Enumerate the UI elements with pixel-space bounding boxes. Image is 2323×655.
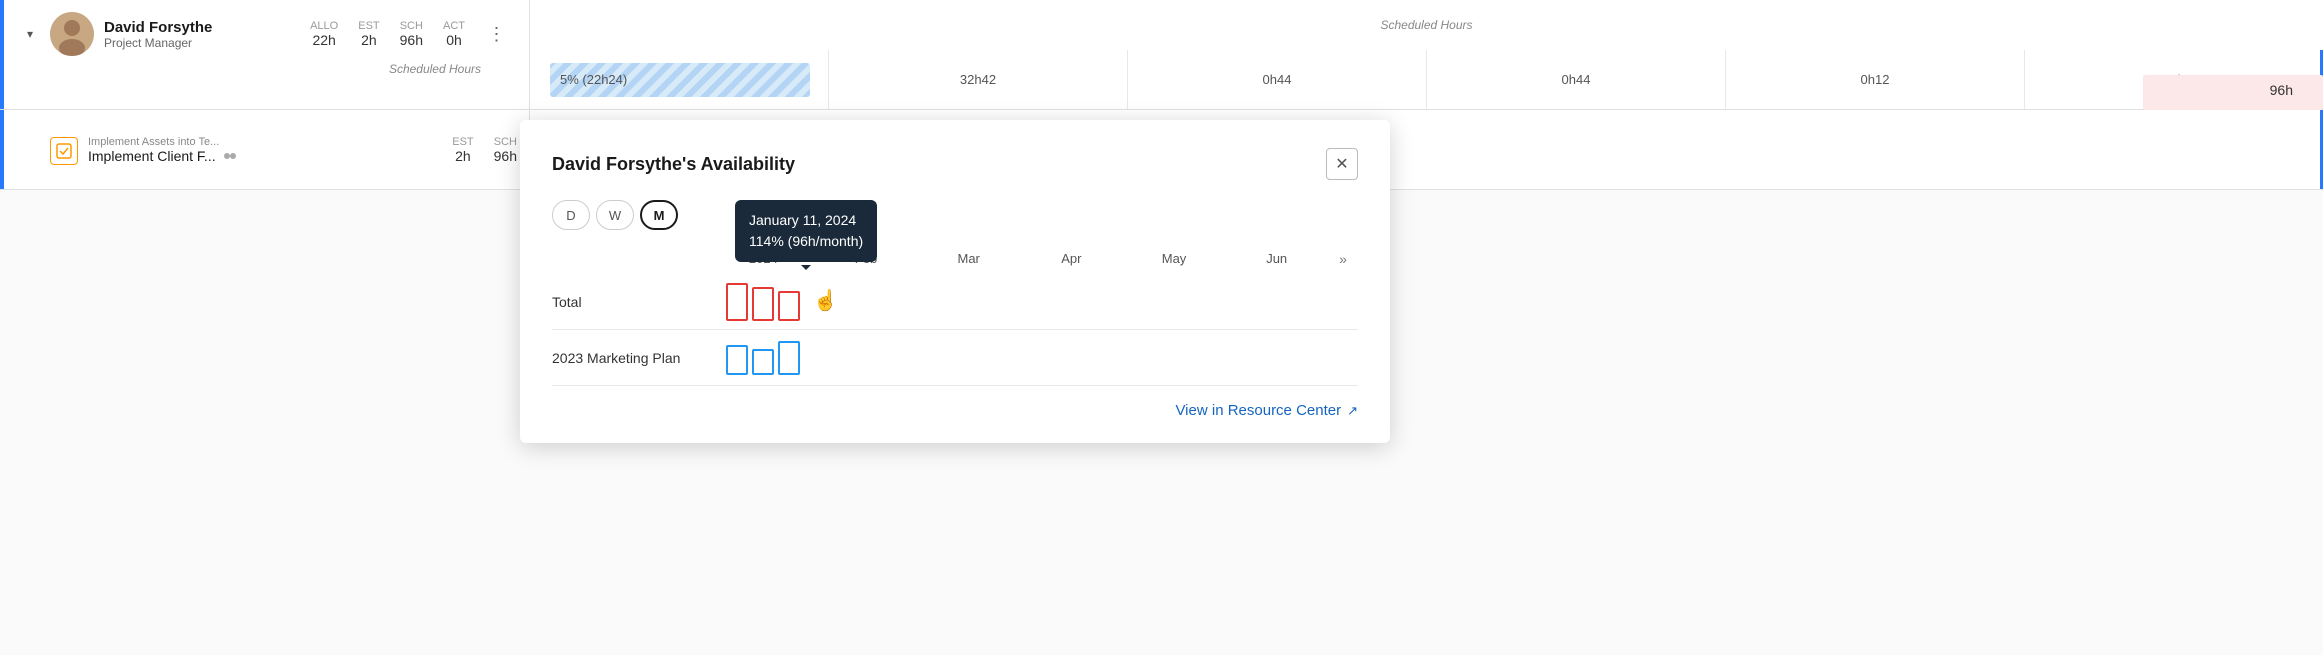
est-metric: EST 2h	[358, 20, 379, 48]
person-role: Project Manager	[104, 36, 300, 50]
total-jan-bar-2	[752, 287, 774, 321]
person-name: David Forsythe	[104, 19, 300, 36]
modal-close-button[interactable]: ✕	[1326, 148, 1358, 180]
group-icon	[222, 148, 238, 164]
jun-label: Jun	[1225, 250, 1328, 268]
allo-metric: ALLO 22h	[310, 20, 338, 48]
task-sch-metric: SCH 96h	[494, 136, 517, 164]
marketing-jan-bar-2	[752, 349, 774, 375]
total-jan-bar-3	[778, 291, 800, 321]
tooltip-value: 114% (96h/month)	[749, 231, 863, 252]
scheduled-hours-label: Scheduled Hours	[20, 56, 517, 76]
badge-96h-pink: 96h	[2270, 82, 2293, 98]
marketing-jan-bar-3	[778, 341, 800, 375]
act-value: 0h	[446, 32, 462, 48]
task-est-label: EST	[452, 136, 473, 148]
pink-highlight	[2143, 75, 2323, 110]
task-metrics: EST 2h SCH 96h	[452, 136, 517, 164]
marketing-jan-col	[712, 341, 815, 375]
tab-month[interactable]: M	[640, 200, 678, 230]
person-info: David Forsythe Project Manager	[104, 19, 300, 50]
col-val-2: 0h44	[1128, 50, 1427, 109]
col-val-1: 32h42	[829, 50, 1128, 109]
total-bars	[712, 274, 1358, 329]
marketing-jan-bar-1	[726, 345, 748, 375]
total-jan-col	[712, 283, 815, 321]
metrics-row: ALLO 22h EST 2h SCH 96h ACT 0h	[310, 20, 509, 48]
chart-header: 2024 Feb Mar Apr May Jun »	[552, 250, 1358, 268]
header-row: ▾ David Forsythe Project Manager ALLO	[0, 0, 2323, 110]
row-border-blue	[0, 0, 4, 109]
marketing-label: 2023 Marketing Plan	[552, 350, 712, 366]
allo-label: ALLO	[310, 20, 338, 32]
nav-chevron[interactable]: »	[1328, 251, 1358, 267]
task-est-value: 2h	[455, 148, 471, 164]
gantt-bar-label: 5% (22h24)	[560, 72, 627, 87]
sch-value: 96h	[400, 32, 423, 48]
chart-row-total: Total	[552, 274, 1358, 330]
expand-button[interactable]: ▾	[20, 24, 40, 44]
total-jan-bar-1	[726, 283, 748, 321]
marketing-bars	[712, 330, 1358, 385]
total-label: Total	[552, 294, 712, 310]
availability-tooltip: January 11, 2024 114% (96h/month)	[735, 200, 877, 262]
tab-day[interactable]: D	[552, 200, 590, 230]
resource-link-text: View in Resource Center	[1175, 402, 1341, 419]
view-resource-center-link[interactable]: View in Resource Center ↗	[552, 402, 1358, 419]
modal-header: David Forsythe's Availability ✕	[552, 148, 1358, 180]
chart-row-marketing: 2023 Marketing Plan	[552, 330, 1358, 386]
task-icon	[50, 137, 78, 165]
period-tabs: D W M	[552, 200, 1358, 230]
task-text: Implement Assets into Te... Implement Cl…	[88, 136, 442, 164]
avatar	[50, 12, 94, 56]
act-label: ACT	[443, 20, 465, 32]
marketing-jan-bars	[726, 341, 800, 375]
est-value: 2h	[361, 32, 377, 48]
apr-label: Apr	[1020, 250, 1123, 268]
may-label: May	[1123, 250, 1226, 268]
task-est-metric: EST 2h	[452, 136, 473, 164]
col-val-3: 0h44	[1427, 50, 1726, 109]
task-sch-label: SCH	[494, 136, 517, 148]
est-label: EST	[358, 20, 379, 32]
task-name: Implement Client F...	[88, 148, 442, 164]
task-info: Implement Assets into Te... Implement Cl…	[20, 135, 517, 165]
chart-area: 2024 Feb Mar Apr May Jun »	[552, 250, 1358, 386]
act-metric: ACT 0h	[443, 20, 465, 48]
gantt-bar-striped: 5% (22h24)	[550, 63, 810, 97]
scheduled-hours-header: Scheduled Hours	[530, 0, 2323, 50]
resource-link-icon: ↗	[1347, 403, 1358, 419]
tab-week[interactable]: W	[596, 200, 634, 230]
kebab-menu-button[interactable]: ⋮	[485, 22, 509, 46]
task-row-border	[0, 110, 4, 189]
task-sch-value: 96h	[494, 148, 517, 164]
person-row: ▾ David Forsythe Project Manager ALLO	[20, 12, 517, 56]
col-val-4: 0h12	[1726, 50, 2025, 109]
total-jan-bars	[726, 283, 800, 321]
mar-label: Mar	[917, 250, 1020, 268]
availability-modal: David Forsythe's Availability ✕ D W M 20…	[520, 120, 1390, 443]
allo-value: 22h	[312, 32, 335, 48]
sch-label: SCH	[400, 20, 423, 32]
modal-title: David Forsythe's Availability	[552, 154, 795, 175]
sch-metric: SCH 96h	[400, 20, 423, 48]
tooltip-date: January 11, 2024	[749, 210, 863, 231]
task-parent-name: Implement Assets into Te...	[88, 136, 442, 148]
col-values-row: 7h38 32h42 0h44 0h44 0h12 96h 5% (22h24)	[530, 50, 2323, 109]
